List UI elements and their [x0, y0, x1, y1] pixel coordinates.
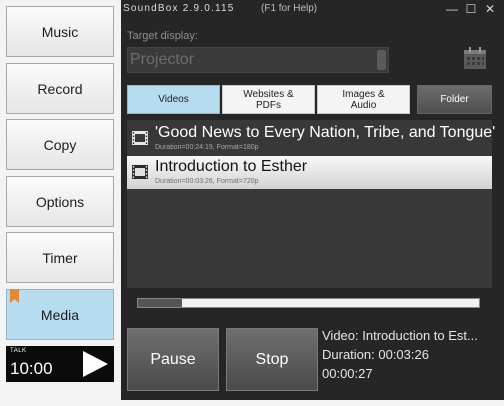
stop-label: Stop [255, 350, 289, 368]
nav-copy-button[interactable]: Copy [6, 119, 114, 170]
nav-media-button[interactable]: Media [6, 289, 114, 340]
nav-music-button[interactable]: Music [6, 6, 114, 57]
media-list: 'Good News to Every Nation, Tribe, and T… [127, 120, 496, 288]
target-display-value: Projector [130, 51, 195, 68]
minimize-icon[interactable]: — [442, 0, 462, 18]
stop-button[interactable]: Stop [226, 328, 318, 391]
calendar-icon[interactable] [462, 45, 488, 71]
nav-timer-label: Timer [42, 249, 78, 266]
target-display-label: Target display: [127, 30, 198, 42]
status-duration: Duration: 00:03:26 [322, 347, 429, 362]
help-hint: (F1 for Help) [261, 3, 318, 14]
nav-options-button[interactable]: Options [6, 176, 114, 227]
folder-button-label: Folder [440, 94, 469, 105]
nav-music-label: Music [41, 23, 79, 40]
tab-websites-label: Websites & PDFs [243, 88, 294, 111]
talk-label: TALK [10, 348, 27, 354]
app-title: SoundBox 2.9.0.115 [123, 3, 235, 14]
nav-record-button[interactable]: Record [6, 63, 114, 114]
tab-images-label: Images & Audio [342, 88, 385, 111]
bookmark-icon [10, 289, 19, 303]
pause-label: Pause [150, 350, 196, 368]
tab-images-audio[interactable]: Images & Audio [317, 85, 410, 114]
maximize-icon[interactable]: ☐ [461, 0, 481, 18]
media-meta: Duration=00:24:19, Format=180p [155, 144, 259, 151]
target-display-select[interactable]: Projector [127, 47, 389, 73]
close-icon[interactable]: ✕ [480, 0, 500, 18]
play-icon[interactable] [80, 350, 110, 378]
app-window: Music Record Copy Options Timer Media TA… [0, 0, 504, 406]
select-scroll-thumb [377, 50, 386, 70]
pause-button[interactable]: Pause [127, 328, 219, 391]
status-video: Video: Introduction to Est... [322, 328, 478, 343]
media-meta: Duration=00:03:26, Format=720p [155, 178, 259, 185]
talk-timer[interactable]: TALK 10:00 [6, 346, 114, 382]
media-title: 'Good News to Every Nation, Tribe, and T… [155, 124, 496, 141]
nav-media-label: Media [40, 306, 80, 323]
folder-button[interactable]: Folder [417, 85, 492, 114]
progress-fill [138, 299, 183, 307]
nav-copy-label: Copy [43, 136, 77, 153]
media-title: Introduction to Esther [155, 158, 308, 175]
tab-videos[interactable]: Videos [127, 85, 220, 114]
media-panel: SoundBox 2.9.0.115 (F1 for Help) — ☐ ✕ T… [121, 0, 504, 400]
film-icon [132, 165, 148, 179]
nav-options-label: Options [35, 193, 85, 210]
nav-record-label: Record [37, 80, 83, 97]
list-item-selected[interactable]: Introduction to Esther Duration=00:03:26… [127, 156, 492, 189]
talk-time: 10:00 [10, 359, 53, 378]
list-item[interactable]: 'Good News to Every Nation, Tribe, and T… [127, 122, 496, 155]
playback-progress-bar[interactable] [137, 298, 480, 308]
nav-timer-button[interactable]: Timer [6, 232, 114, 283]
status-elapsed: 00:00:27 [322, 366, 373, 381]
tab-videos-label: Videos [158, 94, 189, 105]
film-icon [132, 131, 148, 145]
title-bar: SoundBox 2.9.0.115 (F1 for Help) — ☐ ✕ [121, 0, 504, 18]
tab-websites-pdfs[interactable]: Websites & PDFs [222, 85, 315, 114]
